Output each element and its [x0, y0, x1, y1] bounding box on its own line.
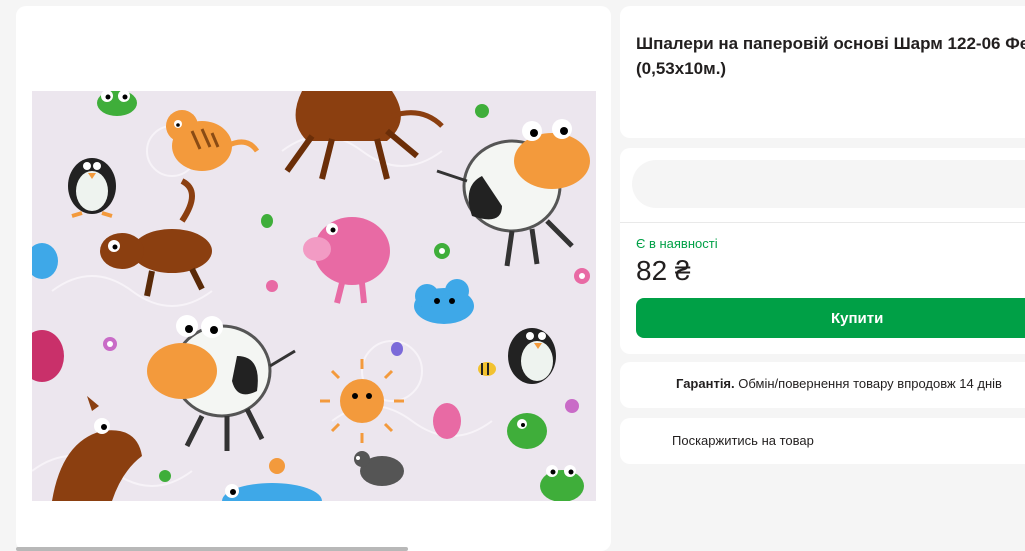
frog-icon	[97, 91, 137, 116]
bird-icon	[507, 413, 547, 449]
product-gallery	[16, 6, 611, 551]
complaint-card: Поскаржитись на товар	[620, 418, 1025, 464]
product-title: Шпалери на паперовій основі Шарм 122-06 …	[636, 34, 1025, 78]
warranty-text: Обмін/повернення товару впродовж 14 днів	[738, 376, 1002, 391]
title-card: Шпалери на паперовій основі Шарм 122-06 …	[620, 6, 1025, 138]
bee-icon	[478, 362, 496, 376]
gallery-scrollbar[interactable]	[16, 547, 408, 551]
option-selector[interactable]	[632, 160, 1025, 208]
warranty-info: Гарантія. Обмін/повернення товару впродо…	[676, 376, 1002, 391]
price: 82 ₴	[636, 255, 691, 286]
complain-link[interactable]: Поскаржитись на товар	[672, 433, 814, 448]
divider	[620, 222, 1025, 223]
product-photo[interactable]	[32, 91, 596, 501]
buy-card: Є в наявності 82 ₴ Купити	[620, 148, 1025, 354]
warranty-card: Гарантія. Обмін/повернення товару впродо…	[620, 362, 1025, 408]
warranty-label: Гарантія.	[676, 376, 735, 391]
buy-button[interactable]: Купити	[636, 298, 1025, 338]
penguin-icon	[508, 328, 556, 384]
stock-status: Є в наявності	[636, 236, 718, 251]
